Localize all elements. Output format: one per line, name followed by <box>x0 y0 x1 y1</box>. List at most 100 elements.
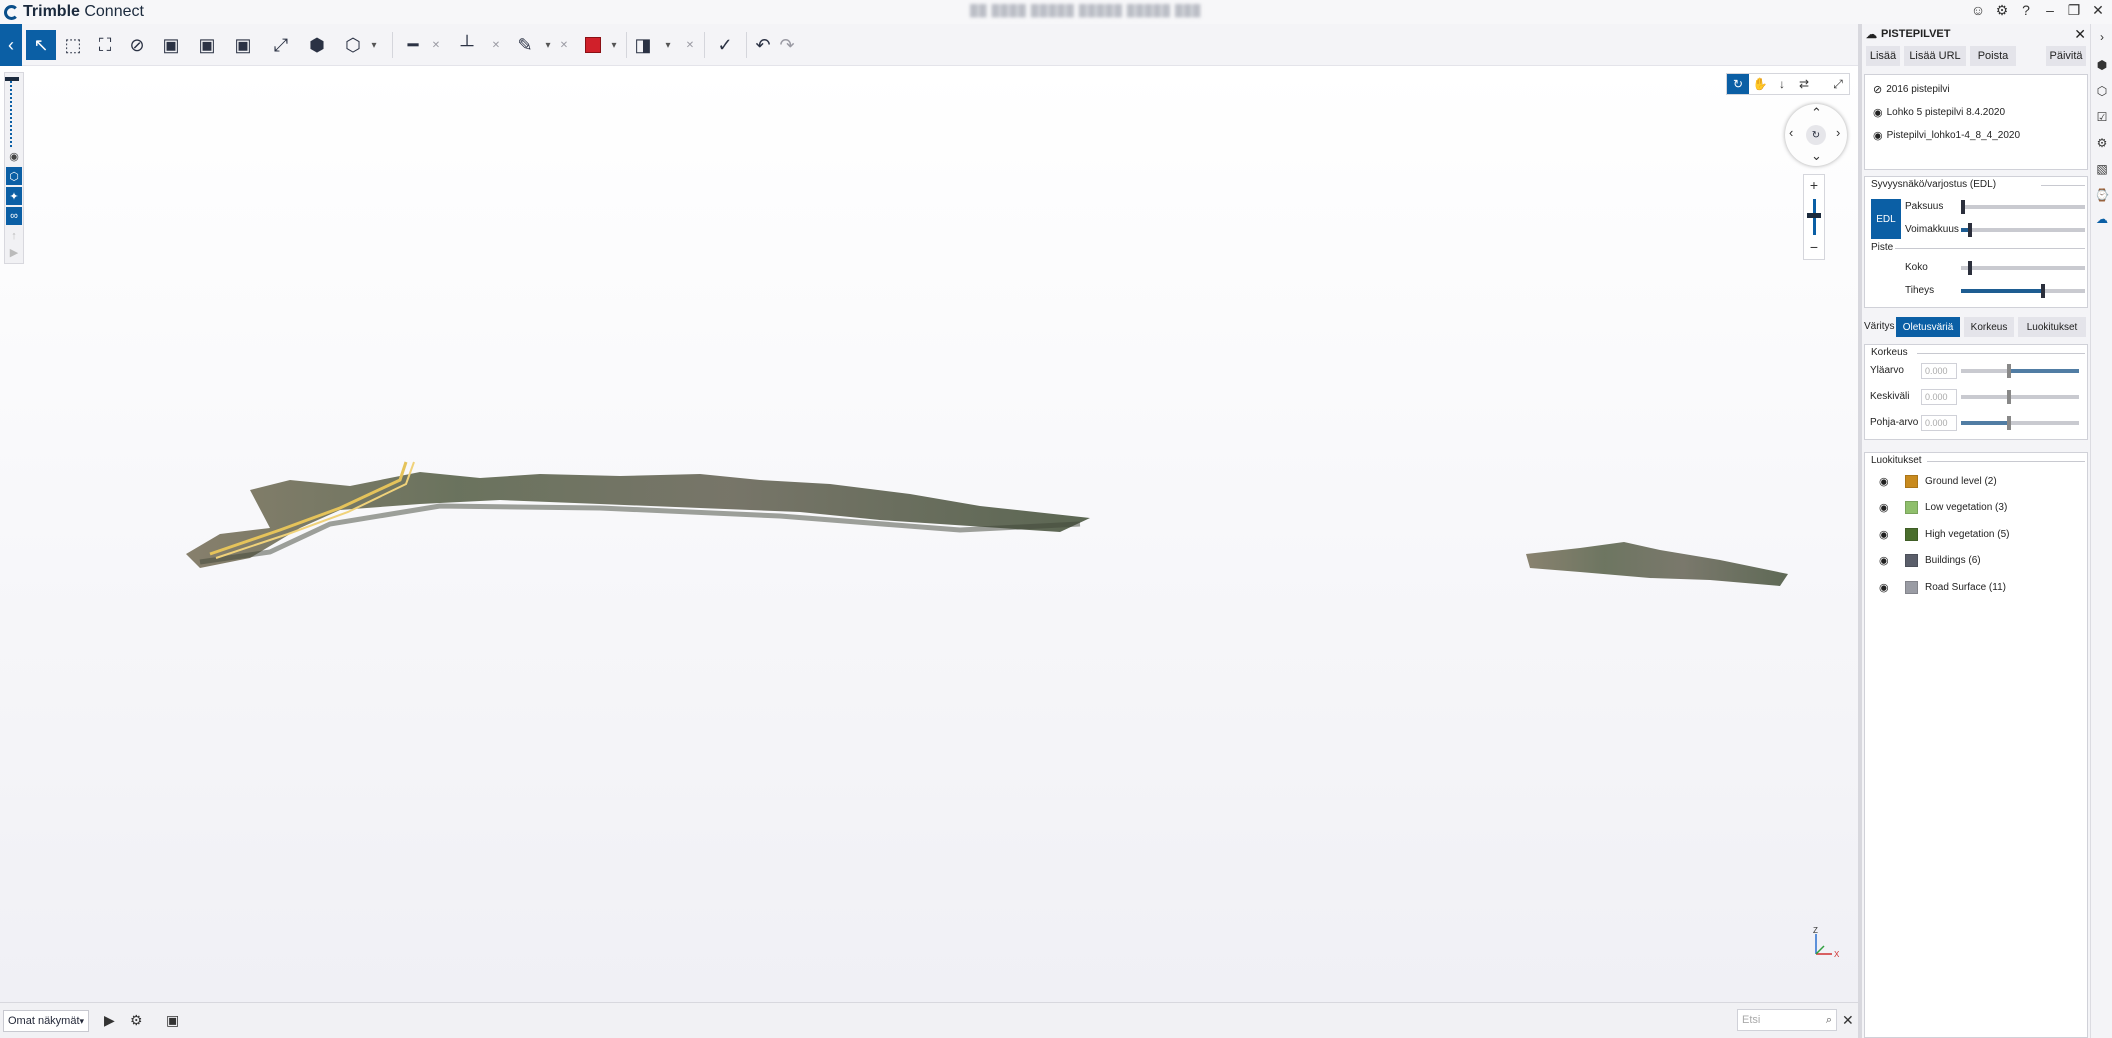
tab-height[interactable]: Korkeus <box>1964 317 2014 337</box>
eye-icon[interactable]: ◉ <box>1879 475 1897 488</box>
measure-point-clear-button[interactable]: ✕ <box>488 30 504 60</box>
tab-default-color[interactable]: Oletusväriä <box>1896 317 1960 337</box>
zoom-in-button[interactable]: + <box>1804 177 1824 193</box>
layer-item[interactable]: ⊘ 2016 pistepilvi <box>1873 83 1950 96</box>
chevron-right-icon[interactable]: › <box>2093 28 2111 46</box>
nav-up-icon[interactable]: ⌃ <box>1811 105 1822 121</box>
eye-icon[interactable]: ◉ <box>1879 501 1897 514</box>
zoom-out-button[interactable]: − <box>1804 239 1824 255</box>
cube-view-dropdown[interactable]: ▾ <box>366 30 382 60</box>
redo-button[interactable]: ↷ <box>772 30 802 60</box>
view-mode1-button[interactable]: ▣ <box>156 30 186 60</box>
eye-icon[interactable]: ◉ <box>1879 528 1897 541</box>
measure-clear-button[interactable]: ✕ <box>428 30 444 60</box>
nav-down-icon[interactable]: ⌄ <box>1811 148 1822 164</box>
mid-value-input[interactable]: 0.000 <box>1921 389 1957 405</box>
hide-selected-button[interactable]: ⊘ <box>122 30 152 60</box>
select-tool-button[interactable]: ↖ <box>26 30 56 60</box>
object-icon[interactable]: ⬡ <box>2093 82 2111 100</box>
pointcloud-icon[interactable]: ☁ <box>2093 210 2111 228</box>
fit-to-view-button[interactable]: ⛶ <box>90 30 120 60</box>
thickness-slider[interactable] <box>1961 205 2085 209</box>
views-search-input[interactable]: Etsi ⌕ <box>1737 1009 1837 1031</box>
fullscreen-icon[interactable]: ⤢ <box>1827 74 1849 94</box>
eye-icon[interactable]: ◉ <box>1879 581 1897 594</box>
link-icon[interactable]: ∞ <box>6 207 22 225</box>
size-slider-handle[interactable] <box>1968 261 1972 275</box>
tab-classifications[interactable]: Luokitukset <box>2018 317 2086 337</box>
play-views-icon[interactable]: ▶ <box>104 1012 115 1029</box>
camera-icon[interactable]: ▣ <box>166 1012 179 1029</box>
remove-button[interactable]: Poista <box>1970 46 2016 66</box>
views-settings-icon[interactable]: ⚙ <box>130 1012 143 1029</box>
point-cloud-render[interactable] <box>180 450 1800 610</box>
min-value-input[interactable]: 0.000 <box>1921 415 1957 431</box>
eye-icon[interactable]: ◉ <box>6 147 22 165</box>
section-clear-button[interactable]: ✕ <box>682 30 698 60</box>
help-icon[interactable]: ? <box>2018 2 2034 19</box>
measure-point-button[interactable]: ┴ <box>452 30 482 60</box>
nav-left-icon[interactable]: ‹ <box>1789 125 1793 140</box>
markup-pen-button[interactable]: ✎ <box>510 30 540 60</box>
walk-mode-icon[interactable]: ↓ <box>1771 74 1793 94</box>
close-panel-icon[interactable]: ✕ <box>2074 26 2086 43</box>
history-icon[interactable]: ⌚ <box>2093 186 2111 204</box>
thickness-slider-handle[interactable] <box>1961 200 1965 214</box>
add-button[interactable]: Lisää <box>1866 46 1900 66</box>
cube-view-button[interactable]: ⬡ <box>338 30 368 60</box>
refresh-button[interactable]: Päivitä <box>2046 46 2086 66</box>
pan-icon[interactable]: ✋ <box>1749 74 1771 94</box>
size-slider[interactable] <box>1961 266 2085 270</box>
expand-view-button[interactable]: ⤢ <box>266 30 296 60</box>
minimize-icon[interactable]: – <box>2042 2 2058 19</box>
model-icon[interactable]: ⬡ <box>6 167 22 185</box>
pen-clear-button[interactable]: ✕ <box>556 30 572 60</box>
edl-toggle-button[interactable]: EDL <box>1871 199 1901 239</box>
min-value-slider-handle[interactable] <box>2007 416 2011 430</box>
zoom-handle[interactable] <box>1807 213 1821 218</box>
classification-item[interactable]: ◉ Ground level (2) <box>1879 475 1997 488</box>
orbit-icon[interactable]: ↻ <box>1727 74 1749 94</box>
mid-value-slider[interactable] <box>1961 395 2079 399</box>
layer-item[interactable]: ◉ Pistepilvi_lohko1-4_8_4_2020 <box>1873 129 2020 142</box>
strength-slider-handle[interactable] <box>1968 223 1972 237</box>
restore-icon[interactable]: ❐ <box>2066 2 2082 19</box>
view-mode2-button[interactable]: ▣ <box>192 30 222 60</box>
eye-hidden-icon[interactable]: ⊘ <box>1873 83 1882 96</box>
color-dropdown[interactable]: ▾ <box>606 30 622 60</box>
close-views-icon[interactable]: ✕ <box>1842 1012 1854 1029</box>
measure-button[interactable]: ━ <box>398 30 428 60</box>
view-slider[interactable] <box>5 77 19 147</box>
checklist-button[interactable]: ✓ <box>710 30 740 60</box>
eye-icon[interactable]: ◉ <box>1873 106 1883 119</box>
layer-item[interactable]: ◉ Lohko 5 pistepilvi 8.4.2020 <box>1873 106 2005 119</box>
max-value-input[interactable]: 0.000 <box>1921 363 1957 379</box>
views-select[interactable]: Omat näkymät ▾ <box>3 1010 89 1032</box>
user-icon[interactable]: ☺ <box>1970 2 1986 19</box>
navigation-wheel[interactable]: ⌃ ⌄ ‹ › ↻ <box>1785 104 1847 166</box>
swap-icon[interactable]: ⇄ <box>1793 74 1815 94</box>
density-slider-handle[interactable] <box>2041 284 2045 298</box>
settings-icon[interactable]: ⚙ <box>2093 134 2111 152</box>
play-icon[interactable]: ▶ <box>6 243 22 261</box>
classification-item[interactable]: ◉ Low vegetation (3) <box>1879 501 2007 514</box>
models-icon[interactable]: ⬢ <box>2093 56 2111 74</box>
todo-icon[interactable]: ☑ <box>2093 108 2111 126</box>
classification-item[interactable]: ◉ High vegetation (5) <box>1879 528 2010 541</box>
cog-icon[interactable]: ✦ <box>6 187 22 205</box>
mid-value-slider-handle[interactable] <box>2007 390 2011 404</box>
nav-orbit-center-icon[interactable]: ↻ <box>1806 125 1826 145</box>
eye-icon[interactable]: ◉ <box>1873 129 1883 142</box>
pen-dropdown[interactable]: ▾ <box>540 30 556 60</box>
classification-item[interactable]: ◉ Road Surface (11) <box>1879 581 2006 594</box>
classification-item[interactable]: ◉ Buildings (6) <box>1879 554 1981 567</box>
collapse-left-button[interactable]: ‹ <box>0 24 22 66</box>
eye-icon[interactable]: ◉ <box>1879 554 1897 567</box>
view-mode3-button[interactable]: ▣ <box>228 30 258 60</box>
section-tool-button[interactable]: ◨ <box>628 30 658 60</box>
close-window-icon[interactable]: ✕ <box>2090 2 2106 19</box>
strength-slider[interactable] <box>1961 228 2085 232</box>
section-dropdown[interactable]: ▾ <box>660 30 676 60</box>
box-select-button[interactable]: ⬚ <box>58 30 88 60</box>
nav-right-icon[interactable]: › <box>1836 125 1840 140</box>
